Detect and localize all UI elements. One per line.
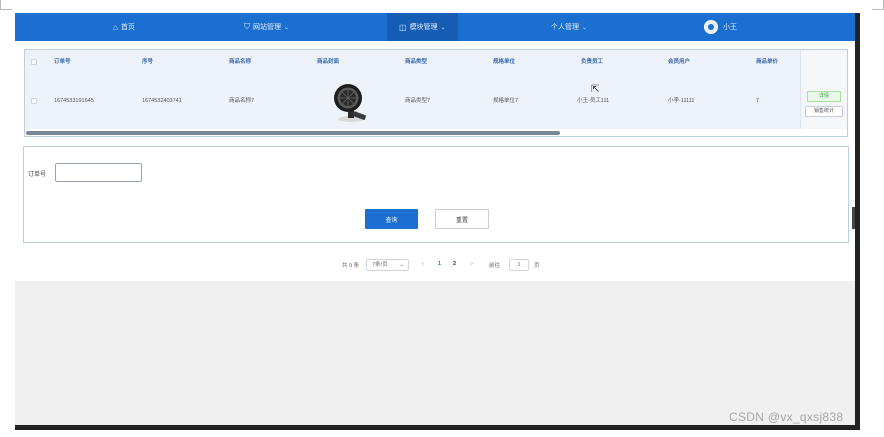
home-icon: ⌂ xyxy=(113,22,118,32)
cart-icon: ⛉ xyxy=(244,22,250,31)
main-content: 订单号 序号 商品名称 商品封面 商品类型 规格单位 负责员工 会员用户 商品单… xyxy=(15,41,855,281)
chevron-down-icon: ⌄ xyxy=(582,24,588,31)
column-header[interactable]: 商品类型 xyxy=(405,50,427,74)
nav-item-label: 首页 xyxy=(120,24,135,31)
top-navbar: ⌂ 首页 ⛉ 网站管理 ⌄ ◫ 模块管理 ⌄ 个人管理 ⌄ 小王 xyxy=(15,13,855,41)
cell-spec-unit: 规格单位7 xyxy=(493,98,519,104)
query-button[interactable]: 查询 xyxy=(365,209,418,229)
table-row[interactable]: 1674533191645 1674532403741 商品名称7 商品类型7 xyxy=(25,74,847,129)
search-form: 订单号 查询 重置 xyxy=(23,146,849,243)
user-name: 小王 xyxy=(723,24,737,31)
watermark: CSDN @vx_qxsj838 xyxy=(729,410,844,424)
chevron-down-icon: ⌄ xyxy=(440,24,446,31)
avatar-icon xyxy=(704,20,718,34)
nav-item-label: 模块管理 xyxy=(409,24,438,31)
page-suffix: 页 xyxy=(534,263,540,269)
chevron-down-icon: ⌄ xyxy=(399,262,404,268)
cell-order-no: 1674533191645 xyxy=(54,98,94,104)
module-icon: ◫ xyxy=(399,22,407,32)
next-page-button[interactable]: › xyxy=(471,261,473,267)
nav-item-label: 网站管理 xyxy=(253,24,281,31)
pagination-total: 共 9 条 xyxy=(342,263,360,269)
app-window: ⌂ 首页 ⛉ 网站管理 ⌄ ◫ 模块管理 ⌄ 个人管理 ⌄ 小王 订单号 序号 … xyxy=(15,13,855,425)
reset-button[interactable]: 重置 xyxy=(435,209,489,229)
chevron-down-icon: ⌄ xyxy=(284,24,290,31)
prev-page-button[interactable]: ‹ xyxy=(422,261,424,267)
cell-member: 小李-11111 xyxy=(668,98,695,104)
nav-item-home[interactable]: ⌂ 首页 xyxy=(113,13,135,41)
nav-item-label: 个人管理 xyxy=(551,24,579,31)
nav-user-menu[interactable]: 小王 xyxy=(704,13,737,41)
cell-product-type: 商品类型7 xyxy=(405,98,431,104)
product-cover-image[interactable] xyxy=(331,80,371,122)
table-horizontal-scrollbar[interactable] xyxy=(26,131,560,135)
row-checkbox[interactable] xyxy=(31,98,37,104)
column-header[interactable]: 订单号 xyxy=(54,50,71,74)
window-corner-left xyxy=(0,0,12,10)
order-no-input[interactable] xyxy=(55,163,142,182)
operation-column: 详情 销售统计 xyxy=(800,50,847,129)
column-header[interactable]: 规格单位 xyxy=(493,50,515,74)
column-header[interactable]: 商品封面 xyxy=(317,50,339,74)
cell-price: 7 xyxy=(756,98,760,104)
page-number-1[interactable]: 1 xyxy=(438,261,441,267)
sales-stats-button[interactable]: 销售统计 xyxy=(805,106,843,117)
page-number-2[interactable]: 2 xyxy=(453,261,456,267)
column-header[interactable]: 商品单价 xyxy=(756,50,778,74)
goto-page-input[interactable]: 1 xyxy=(509,259,529,271)
order-table: 订单号 序号 商品名称 商品封面 商品类型 规格单位 负责员工 会员用户 商品单… xyxy=(24,49,848,137)
column-header[interactable]: 序号 xyxy=(142,50,153,74)
cell-index: 1674532403741 xyxy=(142,98,182,104)
screen: ⌂ 首页 ⛉ 网站管理 ⌄ ◫ 模块管理 ⌄ 个人管理 ⌄ 小王 订单号 序号 … xyxy=(0,0,884,437)
page-size-select[interactable]: 7条/页 ⌄ xyxy=(366,259,409,271)
table-header: 订单号 序号 商品名称 商品封面 商品类型 规格单位 负责员工 会员用户 商品单… xyxy=(25,50,847,74)
cell-product-name: 商品名称7 xyxy=(229,98,255,104)
pagination: 共 9 条 7条/页 ⌄ ‹ 1 2 › 前往 1 页 xyxy=(15,259,855,273)
cell-staff: 小王-员工111 xyxy=(577,98,610,104)
detail-button[interactable]: 详情 xyxy=(807,91,841,102)
column-header[interactable]: 会员用户 xyxy=(668,50,690,74)
column-header[interactable]: 负责员工 xyxy=(581,50,603,74)
order-no-label: 订单号 xyxy=(28,172,47,178)
window-edge xyxy=(855,13,860,425)
window-corner-right xyxy=(872,0,884,10)
column-header[interactable]: 商品名称 xyxy=(229,50,251,74)
page-size-value: 7条/页 xyxy=(372,262,388,268)
nav-item-module-management[interactable]: ◫ 模块管理 ⌄ xyxy=(387,13,458,41)
scrollbar-handle[interactable] xyxy=(852,207,855,229)
nav-item-personal-management[interactable]: 个人管理 ⌄ xyxy=(551,13,587,41)
select-all-checkbox[interactable] xyxy=(31,59,37,65)
mouse-cursor-icon: ⇱ xyxy=(591,84,600,95)
nav-item-site-management[interactable]: ⛉ 网站管理 ⌄ xyxy=(244,13,289,41)
goto-label: 前往 xyxy=(489,263,501,269)
window-bottom-edge xyxy=(15,425,860,430)
